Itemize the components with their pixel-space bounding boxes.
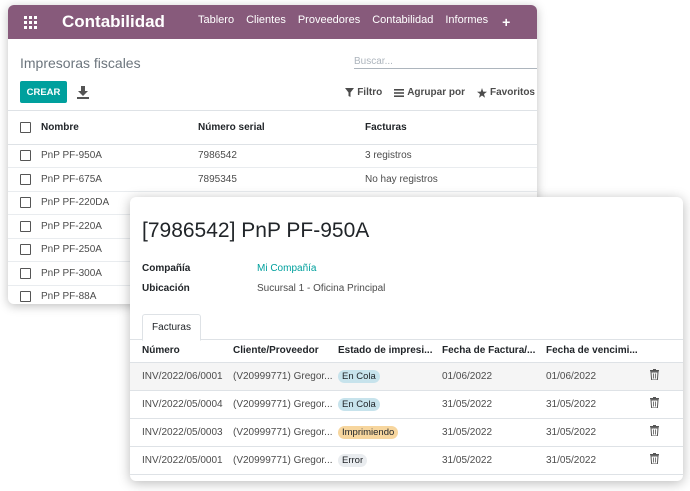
group-by-label: Agrupar por — [407, 87, 465, 98]
group-by-icon — [394, 88, 405, 97]
create-button[interactable]: CREAR — [20, 81, 67, 103]
nav-menu: Tablero Clientes Proveedores Contabilida… — [198, 14, 522, 30]
trash-icon[interactable] — [650, 453, 659, 464]
cell-partner[interactable]: (V20999771) Gregor... — [233, 446, 338, 475]
notebook-tabs: Facturas — [130, 314, 683, 341]
search-options: Filtro Agrupar por Favoritos — [333, 87, 535, 98]
table-header-row: Nombre Número serial Facturas — [8, 111, 537, 145]
location-value: Sucursal 1 - Oficina Principal — [257, 283, 386, 294]
row-checkbox[interactable] — [20, 197, 31, 209]
top-navbar: Contabilidad Tablero Clientes Proveedore… — [8, 5, 537, 39]
column-header-print-state[interactable]: Estado de impresi... — [338, 340, 442, 363]
tab-facturas[interactable]: Facturas — [142, 314, 201, 341]
row-checkbox[interactable] — [20, 173, 31, 185]
cell-number: INV/2022/05/0003 — [130, 418, 233, 447]
cell-due-date: 31/05/2022 — [546, 418, 650, 447]
column-header-due-date[interactable]: Fecha de vencimi... — [546, 340, 650, 363]
status-badge: Error — [338, 453, 368, 467]
column-header-partner[interactable]: Cliente/Proveedor — [233, 340, 338, 363]
cell-invoice-date: 01/06/2022 — [442, 362, 546, 391]
cell-serial: 7895345 — [198, 167, 365, 192]
status-badge: En Cola — [338, 397, 380, 411]
table-row[interactable]: PnP PF-950A 7986542 3 registros — [8, 144, 537, 168]
cell-partner[interactable]: (V20999771) Gregor... — [233, 418, 338, 447]
group-by-button[interactable]: Agrupar por — [394, 87, 465, 98]
trash-icon[interactable] — [650, 369, 659, 380]
row-checkbox[interactable] — [20, 244, 31, 256]
invoices-table: Número Cliente/Proveedor Estado de impre… — [130, 340, 683, 475]
column-header-invoices[interactable]: Facturas — [365, 111, 537, 145]
filter-label: Filtro — [357, 87, 383, 98]
search-input[interactable] — [354, 53, 537, 70]
nav-item-proveedores[interactable]: Proveedores — [298, 14, 360, 30]
invoice-row[interactable]: INV/2022/05/0003 (V20999771) Gregor... I… — [130, 418, 683, 447]
page-title: Impresoras fiscales — [20, 55, 141, 71]
app-brand[interactable]: Contabilidad — [62, 12, 188, 32]
nav-plus-button[interactable]: + — [502, 14, 510, 30]
status-badge: Imprimiendo — [338, 425, 399, 439]
invoice-row[interactable]: INV/2022/05/0001 (V20999771) Gregor... E… — [130, 446, 683, 475]
control-panel: Impresoras fiscales CREAR Filtro Agrupar… — [8, 39, 537, 111]
search-box — [354, 51, 537, 70]
nav-item-informes[interactable]: Informes — [445, 14, 488, 30]
cell-serial: 7986542 — [198, 144, 365, 168]
company-link[interactable]: Mi Compañía — [257, 263, 316, 274]
select-all-checkbox[interactable] — [20, 121, 31, 133]
nav-item-contabilidad[interactable]: Contabilidad — [372, 14, 433, 30]
favorites-button[interactable]: Favoritos — [476, 87, 535, 98]
column-header-name[interactable]: Nombre — [41, 111, 198, 145]
column-header-number[interactable]: Número — [130, 340, 233, 363]
favorites-label: Favoritos — [489, 87, 535, 98]
cell-due-date: 31/05/2022 — [546, 446, 650, 475]
star-icon — [476, 87, 487, 98]
cell-partner[interactable]: (V20999771) Gregor... — [233, 362, 338, 391]
company-label: Compañía — [142, 263, 191, 274]
cell-name: PnP PF-950A — [41, 144, 198, 168]
cell-due-date: 01/06/2022 — [546, 362, 650, 391]
record-title: [7986542] PnP PF-950A — [142, 219, 370, 242]
cell-invoice-date: 31/05/2022 — [442, 446, 546, 475]
invoice-row[interactable]: INV/2022/05/0004 (V20999771) Gregor... E… — [130, 390, 683, 419]
nav-item-tablero[interactable]: Tablero — [198, 14, 234, 30]
location-label: Ubicación — [142, 283, 190, 294]
column-header-serial[interactable]: Número serial — [198, 111, 365, 145]
filter-icon — [345, 88, 355, 97]
cell-invoice-date: 31/05/2022 — [442, 390, 546, 419]
download-icon[interactable] — [77, 85, 89, 99]
cell-due-date: 31/05/2022 — [546, 390, 650, 419]
status-badge: En Cola — [338, 369, 380, 383]
cell-partner[interactable]: (V20999771) Gregor... — [233, 390, 338, 419]
cell-number: INV/2022/06/0001 — [130, 362, 233, 391]
row-checkbox[interactable] — [20, 150, 31, 162]
row-checkbox[interactable] — [20, 220, 31, 232]
filter-button[interactable]: Filtro — [345, 87, 382, 98]
cell-invoices: No hay registros — [365, 167, 537, 192]
invoice-header-row: Número Cliente/Proveedor Estado de impre… — [130, 340, 683, 363]
cell-name: PnP PF-675A — [41, 167, 198, 192]
cell-number: INV/2022/05/0004 — [130, 390, 233, 419]
row-checkbox[interactable] — [20, 291, 31, 303]
cell-number: INV/2022/05/0001 — [130, 446, 233, 475]
invoice-row[interactable]: INV/2022/06/0001 (V20999771) Gregor... E… — [130, 362, 683, 391]
trash-icon[interactable] — [650, 425, 659, 436]
cell-invoices: 3 registros — [365, 144, 537, 168]
nav-item-clientes[interactable]: Clientes — [246, 14, 286, 30]
printer-form-window: [7986542] PnP PF-950A Compañía Mi Compañ… — [130, 197, 683, 481]
apps-grid-icon[interactable] — [12, 5, 48, 39]
table-row[interactable]: PnP PF-675A 7895345 No hay registros — [8, 167, 537, 192]
trash-icon[interactable] — [650, 397, 659, 408]
column-header-invoice-date[interactable]: Fecha de Factura/... — [442, 340, 546, 363]
cell-invoice-date: 31/05/2022 — [442, 418, 546, 447]
row-checkbox[interactable] — [20, 267, 31, 279]
